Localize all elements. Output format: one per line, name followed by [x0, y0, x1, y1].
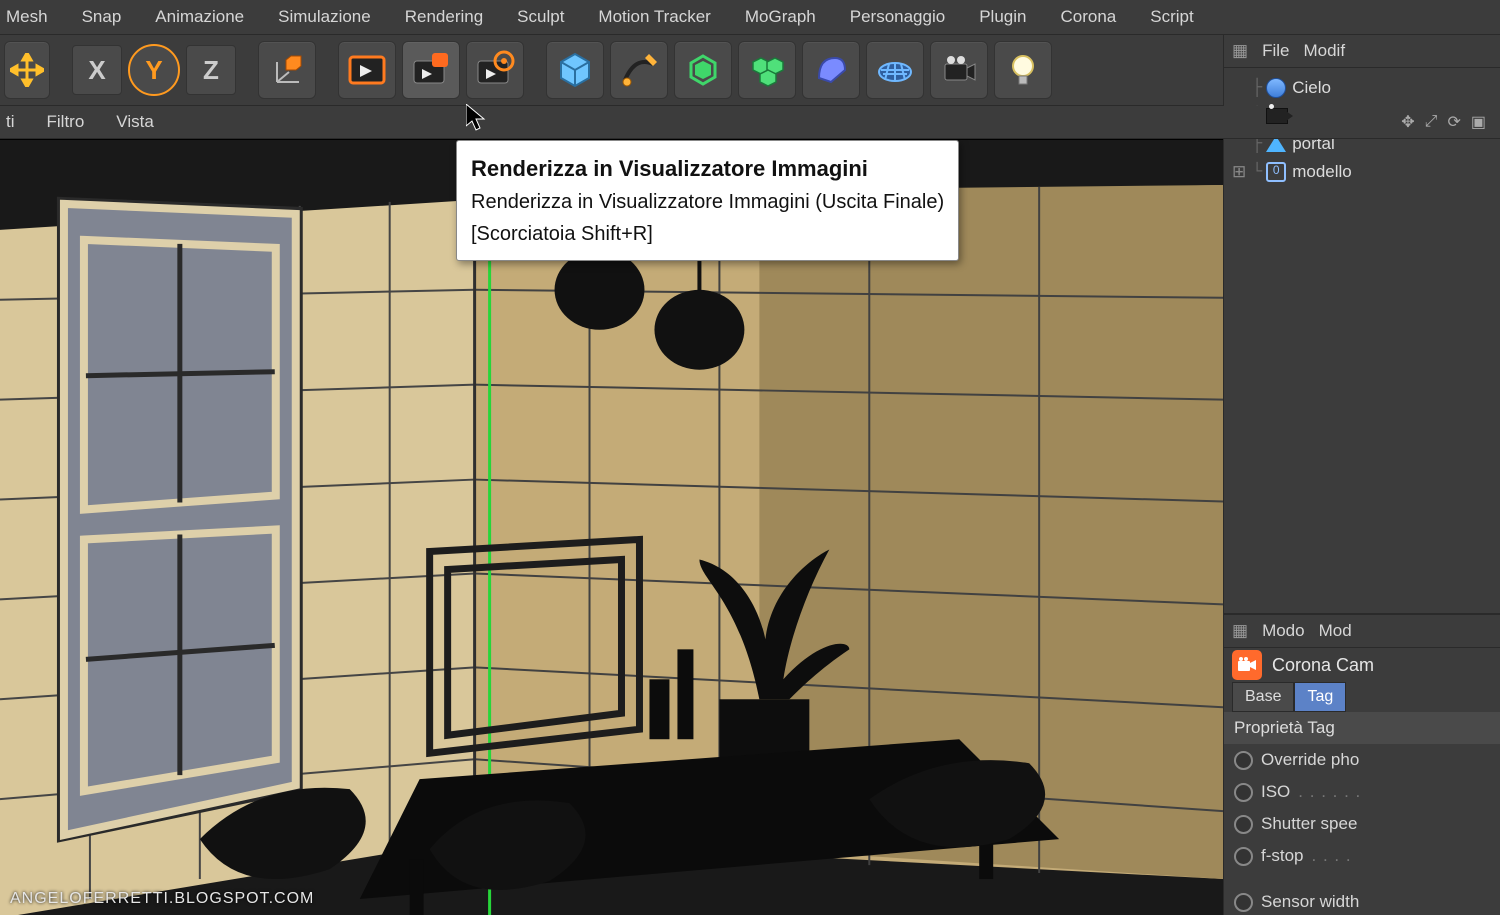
viewport-rotate-icon[interactable]: ⟳	[1447, 112, 1460, 132]
menu-animazione[interactable]: Animazione	[155, 7, 244, 27]
attr-object-title: Corona Cam	[1272, 655, 1374, 676]
spline-pen-button[interactable]	[610, 41, 668, 99]
radio-icon[interactable]	[1234, 847, 1253, 866]
main-menubar: Mesh Snap Animazione Simulazione Renderi…	[0, 0, 1500, 35]
prop-shutter-speed[interactable]: Shutter spee	[1224, 808, 1500, 840]
viewport-menu-partial[interactable]: ti	[6, 112, 15, 132]
obj-menu-modif[interactable]: Modif	[1303, 41, 1345, 61]
attr-object-title-row: Corona Cam	[1224, 648, 1500, 682]
cursor-icon	[466, 104, 488, 138]
side-panels: ▦ File Modif ├ Cielo ├ Camera ├ portal	[1223, 35, 1500, 915]
prop-sensor-width[interactable]: Sensor width	[1224, 886, 1500, 915]
attr-menu-modo[interactable]: Modo	[1262, 621, 1305, 641]
prop-label: ISO	[1261, 782, 1290, 802]
axis-x-button[interactable]: X	[72, 45, 122, 95]
viewport-layout-icon[interactable]: ▣	[1471, 112, 1486, 132]
object-manager-header: ▦ File Modif	[1224, 35, 1500, 68]
generator-button[interactable]	[674, 41, 732, 99]
axis-toggle-group: X Y Z	[72, 44, 236, 96]
attr-menu-mod[interactable]: Mod	[1319, 621, 1352, 641]
render-settings-button[interactable]	[466, 41, 524, 99]
menu-motion-tracker[interactable]: Motion Tracker	[598, 7, 710, 27]
panel-grip-icon[interactable]: ▦	[1232, 621, 1248, 641]
viewport-menu-filtro[interactable]: Filtro	[47, 112, 85, 132]
render-view-button[interactable]	[338, 41, 396, 99]
panel-grip-icon[interactable]: ▦	[1232, 41, 1248, 61]
tree-label: Cielo	[1292, 78, 1331, 98]
viewport-pan-icon[interactable]: ✥	[1401, 112, 1414, 132]
prop-label: f-stop	[1261, 846, 1304, 866]
tree-connector-icon: ├	[1252, 79, 1260, 98]
null-icon: 0	[1266, 162, 1286, 182]
menu-corona[interactable]: Corona	[1060, 7, 1116, 27]
environment-floor-button[interactable]	[866, 41, 924, 99]
dots-icon: . . . .	[1312, 846, 1352, 866]
render-picture-viewer-button[interactable]	[402, 41, 460, 99]
tab-base[interactable]: Base	[1232, 682, 1294, 712]
attribute-manager: ▦ Modo Mod Corona Cam Base Tag Proprietà…	[1224, 613, 1500, 915]
deformer-button[interactable]	[802, 41, 860, 99]
tree-item-modello[interactable]: ⊞└ 0 modello	[1228, 158, 1496, 186]
obj-menu-file[interactable]: File	[1262, 41, 1289, 61]
tab-tag[interactable]: Tag	[1294, 682, 1346, 712]
axis-z-button[interactable]: Z	[186, 45, 236, 95]
expand-icon[interactable]: ⊞	[1232, 162, 1246, 182]
menu-mograph[interactable]: MoGraph	[745, 7, 816, 27]
prop-label: Sensor width	[1261, 892, 1359, 912]
corona-camera-tag-icon	[1232, 650, 1262, 680]
menu-rendering[interactable]: Rendering	[405, 7, 483, 27]
array-button[interactable]	[738, 41, 796, 99]
radio-icon[interactable]	[1234, 815, 1253, 834]
menu-script[interactable]: Script	[1150, 7, 1193, 27]
tooltip-render-picture-viewer: Renderizza in Visualizzatore Immagini Re…	[456, 140, 959, 261]
viewport-zoom-icon[interactable]: ⤢	[1425, 113, 1438, 131]
tree-item-cielo[interactable]: ├ Cielo	[1228, 74, 1496, 102]
prop-label: Override pho	[1261, 750, 1359, 770]
camera-icon	[1266, 108, 1288, 124]
tooltip-shortcut: [Scorciatoia Shift+R]	[471, 223, 653, 245]
prop-override-photo[interactable]: Override pho	[1224, 744, 1500, 776]
primitive-cube-button[interactable]	[546, 41, 604, 99]
menu-plugin[interactable]: Plugin	[979, 7, 1026, 27]
menu-snap[interactable]: Snap	[82, 7, 122, 27]
prop-iso[interactable]: ISO . . . . . .	[1224, 776, 1500, 808]
coordinate-system-button[interactable]	[258, 41, 316, 99]
viewport-nav-icons: ✥ ⤢ ⟳ ▣	[1401, 112, 1494, 132]
menu-simulazione[interactable]: Simulazione	[278, 7, 371, 27]
radio-icon[interactable]	[1234, 751, 1253, 770]
dots-icon: . . . . . .	[1298, 782, 1361, 802]
light-button[interactable]	[994, 41, 1052, 99]
menu-personaggio[interactable]: Personaggio	[850, 7, 945, 27]
attribute-header: ▦ Modo Mod	[1224, 615, 1500, 648]
menu-sculpt[interactable]: Sculpt	[517, 7, 564, 27]
attr-section-title: Proprietà Tag	[1224, 712, 1500, 744]
attr-tabs: Base Tag	[1224, 682, 1500, 712]
sky-icon	[1266, 78, 1286, 98]
move-tool-button[interactable]	[4, 41, 50, 99]
viewport[interactable]: Renderizza in Visualizzatore Immagini Re…	[0, 139, 1223, 915]
tooltip-description: Renderizza in Visualizzatore Immagini (U…	[471, 191, 944, 213]
prop-fstop[interactable]: f-stop . . . .	[1224, 840, 1500, 872]
camera-button[interactable]	[930, 41, 988, 99]
tree-label: modello	[1292, 162, 1352, 182]
tooltip-title: Renderizza in Visualizzatore Immagini	[471, 156, 868, 181]
radio-icon[interactable]	[1234, 893, 1253, 912]
prop-label: Shutter spee	[1261, 814, 1357, 834]
menu-mesh[interactable]: Mesh	[6, 7, 48, 27]
watermark-text: ANGELOFERRETTI.BLOGSPOT.COM	[10, 890, 314, 908]
viewport-menu-vista[interactable]: Vista	[116, 112, 154, 132]
radio-icon[interactable]	[1234, 783, 1253, 802]
axis-y-button[interactable]: Y	[128, 44, 180, 96]
